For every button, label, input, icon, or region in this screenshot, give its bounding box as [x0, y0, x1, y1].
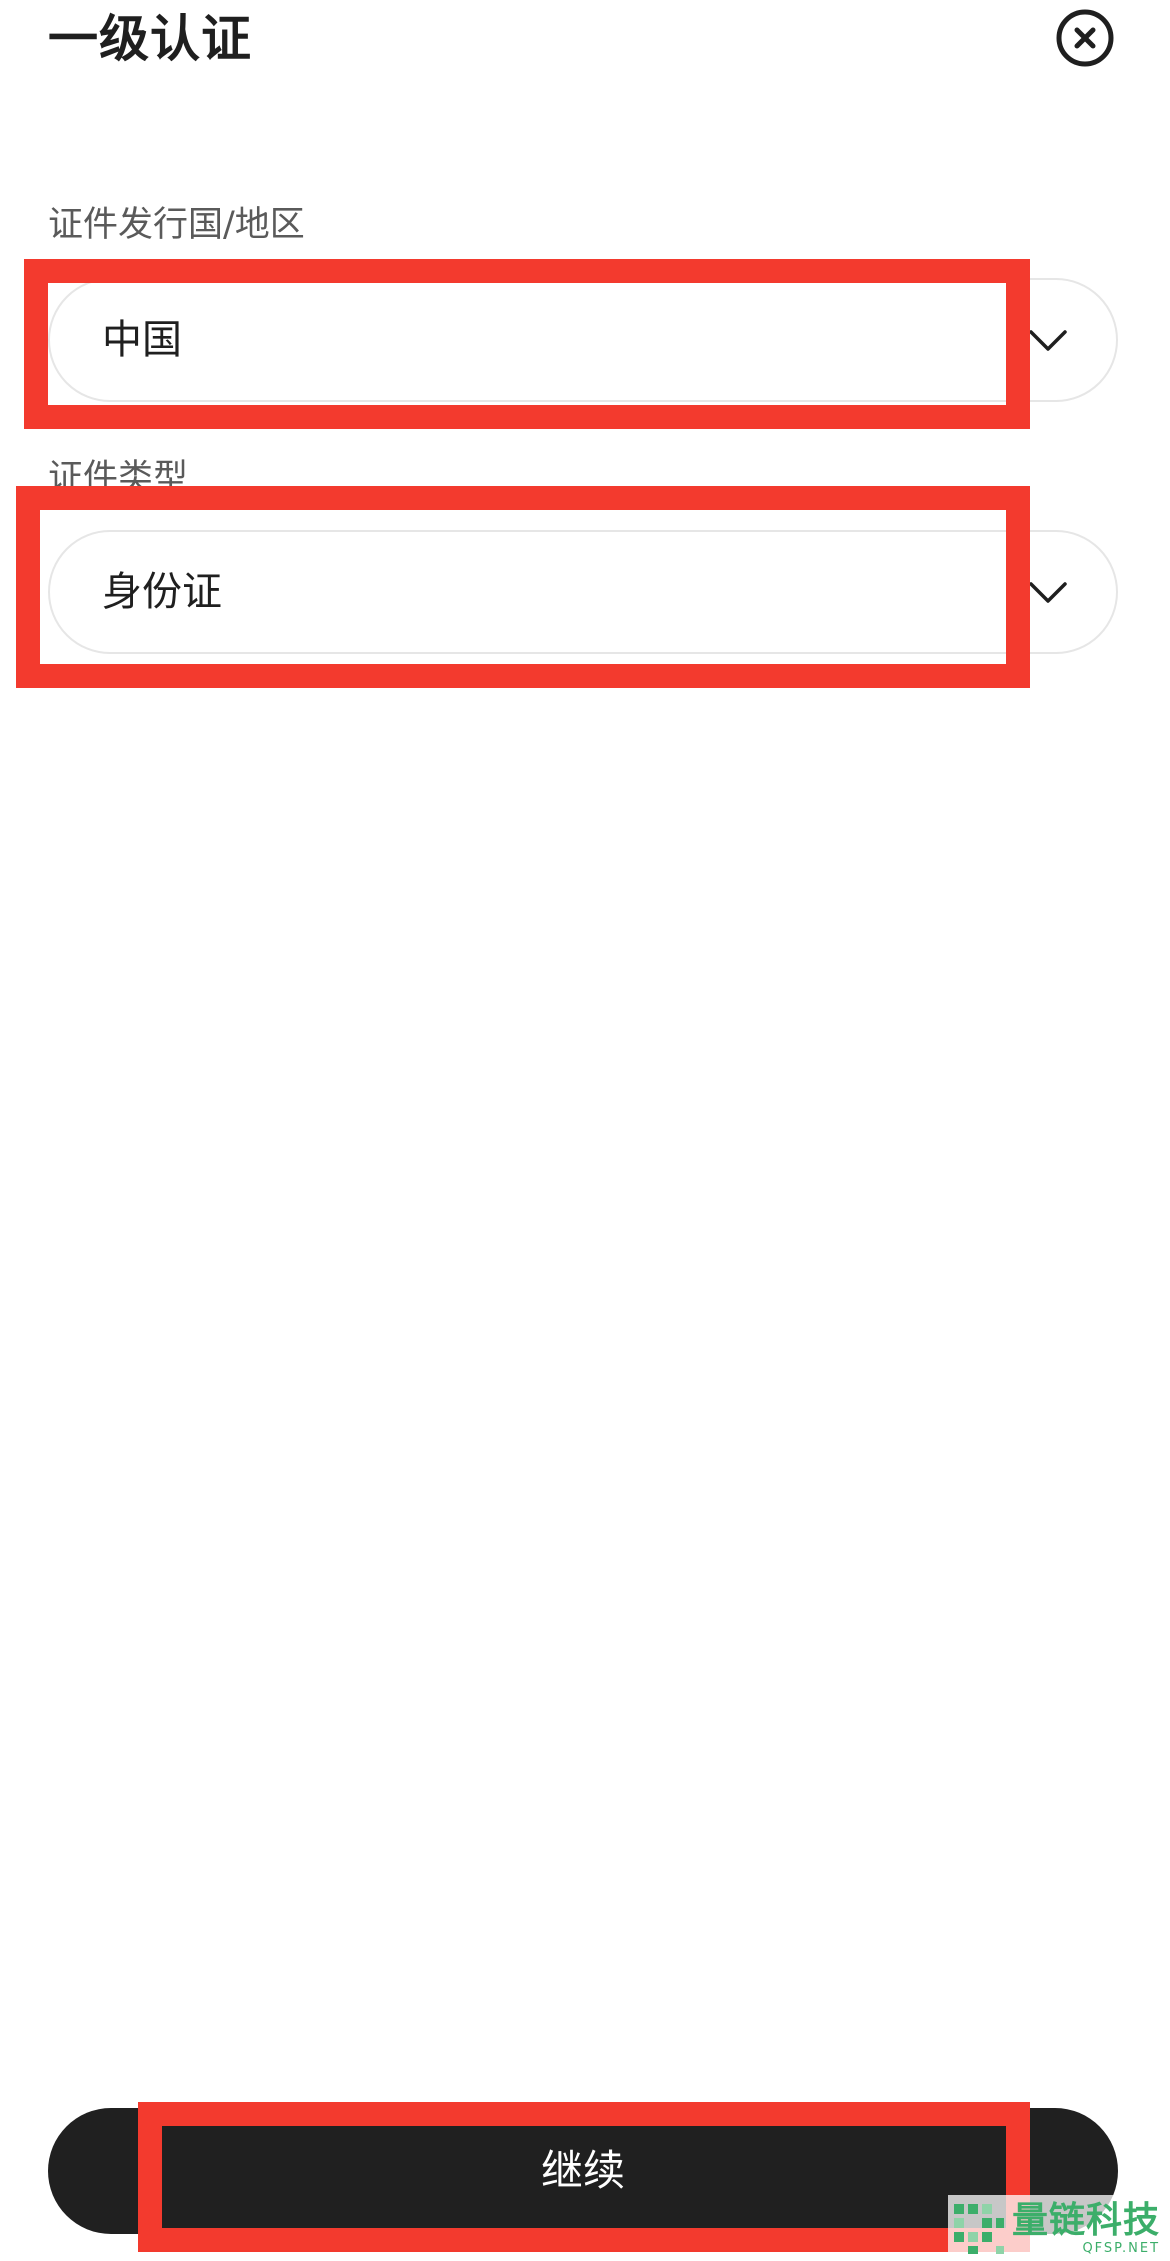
watermark: 量链科技 QFSP.NET	[948, 2195, 1170, 2261]
country-field-label: 证件发行国/地区	[48, 205, 305, 245]
country-select[interactable]: 中国	[48, 278, 1118, 402]
id-type-field-label: 证件类型	[48, 458, 189, 498]
watermark-name: 量链科技	[1012, 2200, 1161, 2241]
watermark-domain: QFSP.NET	[1082, 2241, 1161, 2256]
id-type-select[interactable]: 身份证	[48, 530, 1118, 654]
page-title: 一级认证	[48, 10, 252, 68]
close-circle-icon	[1056, 9, 1114, 67]
chevron-down-icon	[1029, 582, 1067, 603]
id-type-select-value: 身份证	[102, 569, 222, 615]
close-button[interactable]	[1055, 8, 1115, 68]
chevron-down-icon	[1029, 330, 1067, 351]
watermark-logo-icon	[954, 2204, 1004, 2254]
country-select-value: 中国	[102, 317, 182, 363]
